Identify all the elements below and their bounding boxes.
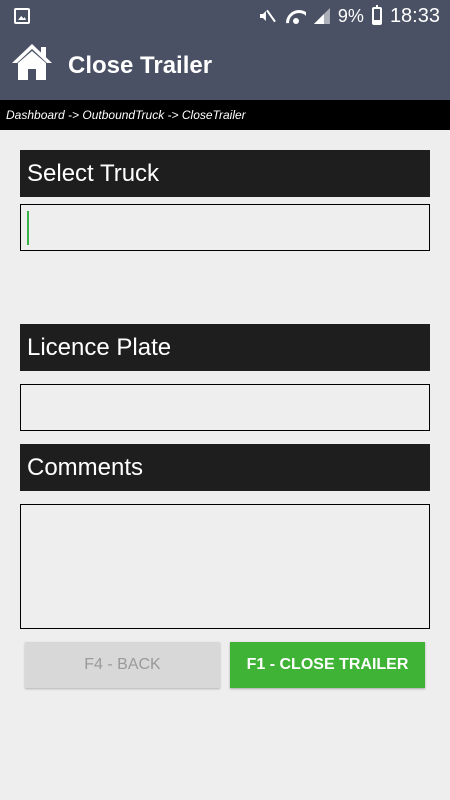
- select-truck-input[interactable]: [20, 204, 430, 251]
- breadcrumb: Dashboard -> OutboundTruck -> CloseTrail…: [6, 108, 246, 122]
- status-bar: 9% 18:33: [0, 0, 450, 32]
- mute-icon: [258, 7, 278, 25]
- breadcrumb-bar: Dashboard -> OutboundTruck -> CloseTrail…: [0, 100, 450, 130]
- battery-percent: 9%: [337, 5, 364, 26]
- app-bar: Close Trailer: [0, 32, 450, 100]
- select-truck-header: Select Truck: [20, 150, 430, 197]
- text-cursor: [27, 211, 29, 245]
- licence-plate-header: Licence Plate: [20, 324, 430, 371]
- signal-icon: [314, 8, 330, 24]
- home-icon[interactable]: [11, 42, 53, 82]
- clock: 18:33: [389, 4, 440, 27]
- comments-header: Comments: [20, 444, 430, 491]
- comments-textarea[interactable]: [20, 504, 430, 629]
- page-title: Close Trailer: [68, 52, 213, 79]
- battery-charging-icon: [371, 5, 382, 25]
- licence-plate-input[interactable]: [20, 384, 430, 431]
- close-trailer-button[interactable]: F1 - CLOSE TRAILER: [230, 642, 425, 688]
- image-icon: [14, 8, 30, 24]
- wifi-icon: [286, 8, 306, 24]
- status-icons: 9% 18:33: [258, 0, 440, 32]
- back-button[interactable]: F4 - BACK: [25, 642, 220, 688]
